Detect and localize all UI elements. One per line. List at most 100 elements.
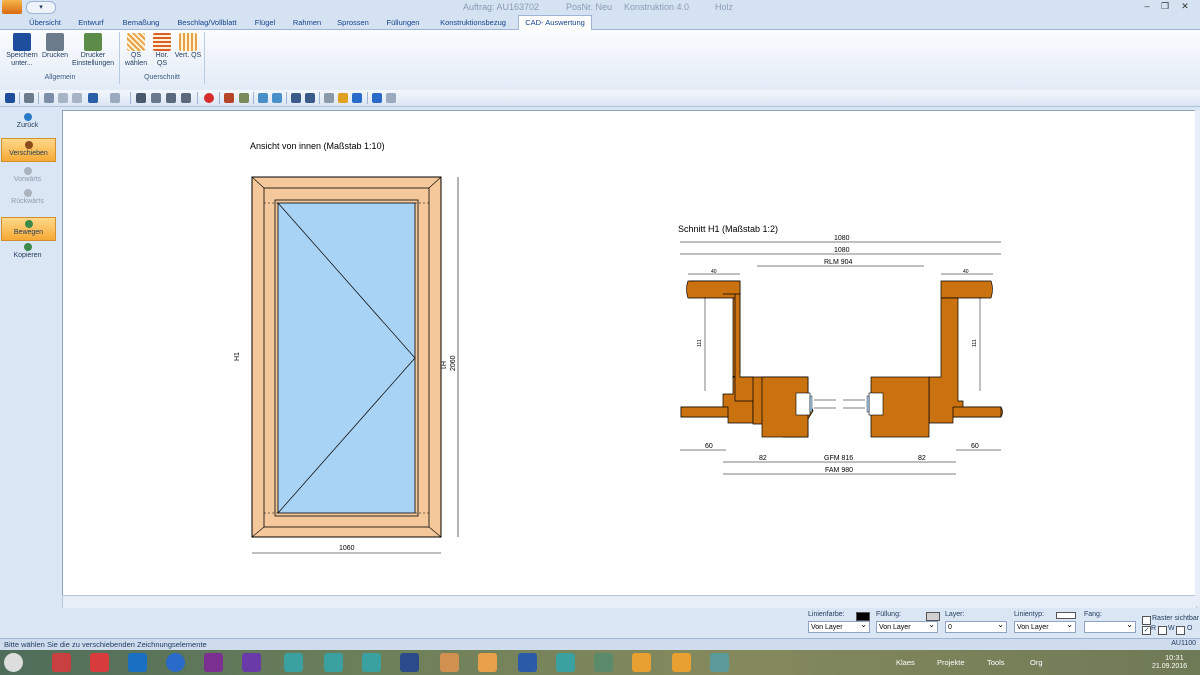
- taskbar-app-icon[interactable]: [324, 653, 343, 672]
- cad-drawing: Ansicht von innen (Maßstab 1:10) H1 H1 1…: [234, 141, 1003, 554]
- tab-fuellungen[interactable]: Füllungen: [380, 16, 426, 29]
- line-type-select[interactable]: Von Layer: [1014, 619, 1076, 633]
- back-button[interactable]: Zurück: [1, 111, 54, 133]
- taskbar-app-icon[interactable]: [672, 653, 691, 672]
- taskbar-app-icon[interactable]: [284, 653, 303, 672]
- save-icon[interactable]: [5, 93, 15, 103]
- printer-settings-button[interactable]: Drucker Einstellungen: [70, 31, 116, 68]
- tab-beschlag[interactable]: Beschlag/Vollblatt: [170, 16, 244, 29]
- snap-select[interactable]: [1084, 619, 1136, 633]
- taskbar-toolbar-tools[interactable]: Tools: [987, 658, 1005, 667]
- cad-app-icon[interactable]: [478, 653, 497, 672]
- polyline-icon[interactable]: [272, 93, 282, 103]
- window-front-view[interactable]: [251, 176, 442, 538]
- vert-qs-button[interactable]: Vert. QS: [174, 31, 202, 60]
- outlook-icon[interactable]: [128, 653, 147, 672]
- undo-icon[interactable]: [88, 93, 98, 103]
- taskbar-app-icon[interactable]: [710, 653, 729, 672]
- quick-access-menu[interactable]: ▾: [26, 1, 56, 14]
- cad-canvas[interactable]: Ansicht von innen (Maßstab 1:10) H1 H1 1…: [62, 110, 1197, 596]
- fill-label: Füllung:: [876, 611, 901, 618]
- layers-icon[interactable]: [151, 93, 161, 103]
- scissors-icon[interactable]: [324, 93, 334, 103]
- rotate-icon[interactable]: [338, 93, 348, 103]
- section-profile-left[interactable]: [680, 280, 814, 438]
- o-checkbox[interactable]: [1176, 626, 1185, 635]
- view-icon[interactable]: [136, 93, 146, 103]
- tab-sprossen[interactable]: Sprossen: [332, 16, 374, 29]
- taskbar-app-icon[interactable]: [166, 653, 185, 672]
- tab-bemassung[interactable]: Bemaßung: [116, 16, 166, 29]
- horizontal-scrollbar[interactable]: [62, 595, 1197, 609]
- taskbar-toolbar-org[interactable]: Org: [1030, 658, 1043, 667]
- line-color-select[interactable]: Von Layer: [808, 619, 870, 633]
- taskbar-app-icon[interactable]: [440, 653, 459, 672]
- tab-konstruktionsbezug[interactable]: Konstruktionsbezug: [432, 16, 514, 29]
- print-button[interactable]: Drucken: [40, 31, 70, 60]
- copy-icon[interactable]: [58, 93, 68, 103]
- forward-button[interactable]: Vorwärts: [1, 165, 54, 187]
- dim-label-gfm: GFM 816: [824, 455, 853, 462]
- tab-uebersicht[interactable]: Übersicht: [22, 16, 68, 29]
- vertical-section-icon: [179, 33, 197, 51]
- fill-select[interactable]: Von Layer: [876, 619, 938, 633]
- word-icon[interactable]: [518, 653, 537, 672]
- tab-fluegel[interactable]: Flügel: [250, 16, 280, 29]
- print-icon[interactable]: [24, 93, 34, 103]
- clock-time[interactable]: 10:31: [1165, 653, 1184, 662]
- tab-cad-auswertung[interactable]: CAD- Auswertung: [518, 15, 592, 30]
- taskbar-app-icon[interactable]: [400, 653, 419, 672]
- r-checkbox[interactable]: ✓: [1142, 626, 1151, 635]
- onenote-icon[interactable]: [204, 653, 223, 672]
- tab-rahmen[interactable]: Rahmen: [288, 16, 326, 29]
- hor-qs-button[interactable]: Hor. QS: [150, 31, 174, 68]
- section-profile-right[interactable]: [866, 280, 1003, 438]
- move-button[interactable]: Bewegen: [1, 217, 56, 241]
- qs-waehlen-label: QS wählen: [124, 52, 148, 67]
- qs-waehlen-button[interactable]: QS wählen: [122, 31, 150, 68]
- taskbar-app-icon[interactable]: [556, 653, 575, 672]
- w-checkbox[interactable]: [1158, 626, 1167, 635]
- stop-icon[interactable]: [204, 93, 214, 103]
- backward-button[interactable]: Rückwärts: [1, 187, 54, 209]
- properties-icon[interactable]: [166, 93, 176, 103]
- zoom-fit-icon[interactable]: [291, 93, 301, 103]
- move-shift-button[interactable]: Verschieben: [1, 138, 56, 162]
- taskbar-toolbar-klaes[interactable]: Klaes: [896, 658, 915, 667]
- move-cross-icon[interactable]: [352, 93, 362, 103]
- edit-icon[interactable]: [239, 93, 249, 103]
- vertical-scrollbar[interactable]: [1195, 110, 1200, 606]
- taskbar-app-icon[interactable]: [362, 653, 381, 672]
- save-disk-icon: [13, 33, 31, 51]
- zoom-window-icon[interactable]: [305, 93, 315, 103]
- measure-icon[interactable]: [224, 93, 234, 103]
- copy-button[interactable]: Kopieren: [1, 241, 54, 263]
- line-icon[interactable]: [258, 93, 268, 103]
- restore-button[interactable]: ❐: [1156, 0, 1174, 12]
- minimize-button[interactable]: –: [1138, 0, 1156, 12]
- tab-entwurf[interactable]: Entwurf: [72, 16, 110, 29]
- paste-icon[interactable]: [72, 93, 82, 103]
- layer-select[interactable]: 0: [945, 619, 1007, 633]
- redo-icon[interactable]: [110, 93, 120, 103]
- clock-date[interactable]: 21.09.2016: [1152, 663, 1187, 670]
- taskbar-toolbar-projekte[interactable]: Projekte: [937, 658, 965, 667]
- grid-visible-checkbox[interactable]: [1142, 616, 1151, 625]
- arrow-left-icon[interactable]: [372, 93, 382, 103]
- taskbar-app-icon[interactable]: [632, 653, 651, 672]
- document-icon[interactable]: [181, 93, 191, 103]
- visual-studio-icon[interactable]: [242, 653, 261, 672]
- forward-icon: [23, 167, 32, 175]
- start-icon[interactable]: [4, 653, 23, 672]
- cut-icon[interactable]: [44, 93, 54, 103]
- taskbar-app-icon[interactable]: [52, 653, 71, 672]
- arrow-right-icon[interactable]: [386, 93, 396, 103]
- close-button[interactable]: ✕: [1176, 0, 1194, 12]
- window-title-posnr: PosNr. Neu: [566, 2, 613, 12]
- app-logo-icon[interactable]: [2, 0, 22, 14]
- taskbar-app-icon[interactable]: [90, 653, 109, 672]
- taskbar-app-icon[interactable]: [594, 653, 613, 672]
- save-as-button[interactable]: Speichern unter...: [4, 31, 40, 68]
- left-tool-panel: Zurück Verschieben Vorwärts Rückwärts Be…: [0, 107, 58, 595]
- toolbar-separator: [367, 92, 368, 104]
